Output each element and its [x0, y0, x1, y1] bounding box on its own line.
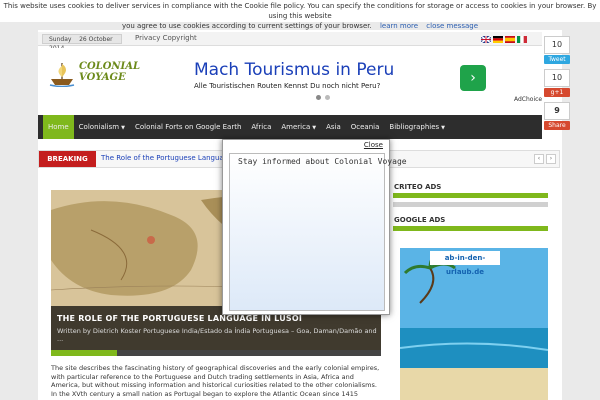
- date-day: Sunday: [49, 36, 72, 43]
- ad-subtitle[interactable]: Alle Touristischen Routen Kennst Du noch…: [194, 82, 380, 90]
- flag-es-icon[interactable]: [505, 36, 515, 43]
- nav-oceania-label: Oceania: [350, 123, 380, 131]
- intro-paragraph-1: The site describes the fascinating histo…: [51, 364, 380, 389]
- newsletter-popup: Close Stay informed about Colonial Voyag…: [222, 139, 407, 315]
- nav-asia-label: Asia: [326, 123, 341, 131]
- slide-progress-fill: [51, 350, 117, 356]
- nav-colonial-forts-label: Colonial Forts on Google Earth: [134, 123, 242, 131]
- nav-africa-label: Africa: [251, 123, 272, 131]
- nav-colonial-forts[interactable]: Colonial Forts on Google Earth: [130, 115, 246, 139]
- flag-uk-icon[interactable]: [481, 36, 491, 43]
- criteo-ads-heading: CRITEO ADS: [394, 183, 442, 191]
- cookie-learn-more-link[interactable]: learn more: [380, 22, 418, 30]
- ship-logo-icon: [49, 63, 75, 87]
- slide-description: Written by Dietrich Koster Portuguese In…: [57, 327, 377, 343]
- date-box: Sunday 26 October 2014: [42, 34, 122, 52]
- ad-dot-2[interactable]: [325, 95, 330, 100]
- intro-paragraph-2: In the XVth century a small nation as Po…: [51, 389, 359, 398]
- sidebar: CRITEO ADS GOOGLE ADS ab-in-den-urlaub.d…: [393, 180, 553, 400]
- ad-arrow-button[interactable]: ›: [460, 65, 486, 91]
- nav-colonialism[interactable]: Colonialism ▼: [74, 115, 130, 139]
- breaking-news-link[interactable]: The Role of the Portuguese Language: [101, 154, 232, 162]
- popup-message: Stay informed about Colonial Voyage: [238, 157, 407, 166]
- nav-oceania[interactable]: Oceania: [346, 115, 385, 139]
- header: COLONIAL VOYAGE Mach Tourismus in Peru A…: [38, 48, 542, 113]
- share-count-facebook: 9: [544, 102, 570, 120]
- logo-line1: COLONIAL: [79, 61, 141, 72]
- adchoice-label[interactable]: AdChoice: [514, 96, 542, 103]
- popup-close-link[interactable]: Close: [364, 141, 383, 149]
- breaking-news-label: BREAKING NEWS: [39, 151, 96, 179]
- share-count-twitter: 10: [544, 36, 570, 54]
- breaking-next-button[interactable]: ›: [546, 154, 556, 164]
- sidebar-ad-image[interactable]: ab-in-den-urlaub.de: [400, 248, 548, 400]
- nav-america-label: America: [281, 123, 311, 131]
- criteo-ads-divider: [393, 202, 548, 207]
- cookie-text-line2: you agree to use cookies according to cu…: [121, 22, 372, 30]
- nav-colonialism-label: Colonialism: [78, 123, 120, 131]
- breaking-prev-button[interactable]: ‹: [534, 154, 544, 164]
- main-nav: Home Colonialism ▼ Colonial Forts on Goog…: [38, 115, 542, 139]
- share-count-google: 10: [544, 69, 570, 87]
- slide-progress-bar: [51, 350, 381, 356]
- tweet-button[interactable]: Tweet: [544, 55, 570, 64]
- flag-it-icon[interactable]: [517, 36, 527, 43]
- privacy-link[interactable]: Privacy Copyright: [135, 34, 197, 42]
- share-button[interactable]: Share: [544, 121, 570, 130]
- ad-title[interactable]: Mach Tourismus in Peru: [194, 60, 394, 80]
- chevron-down-icon: ▼: [121, 125, 125, 131]
- nav-africa[interactable]: Africa: [246, 115, 276, 139]
- share-panel: 10 Tweet 10 g+1 9 Share: [544, 36, 572, 135]
- flag-de-icon[interactable]: [493, 36, 503, 43]
- nav-asia[interactable]: Asia: [321, 115, 346, 139]
- chevron-down-icon: ▼: [312, 125, 317, 131]
- nav-bibliographies[interactable]: Bibliographies ▼: [384, 115, 450, 139]
- nav-home[interactable]: Home: [43, 115, 74, 139]
- chevron-down-icon: ▼: [441, 125, 446, 131]
- google-ads-heading: GOOGLE ADS: [394, 216, 446, 224]
- ad-dot-1[interactable]: [316, 95, 321, 100]
- ad-pager: [316, 95, 330, 100]
- nav-bibliographies-label: Bibliographies: [389, 123, 440, 131]
- slide-title[interactable]: THE ROLE OF THE PORTUGUESE LANGUAGE IN L…: [57, 314, 302, 323]
- nav-home-label: Home: [48, 123, 69, 131]
- top-bar: Sunday 26 October 2014 Privacy Copyright: [38, 32, 542, 52]
- cookie-text-line1: This website uses cookies to deliver ser…: [3, 2, 597, 20]
- site-logo[interactable]: COLONIAL VOYAGE: [48, 59, 141, 89]
- cookie-close-link[interactable]: close message: [426, 22, 478, 30]
- google-plus-button[interactable]: g+1: [544, 88, 570, 97]
- nav-america[interactable]: America ▼: [276, 115, 321, 139]
- cookie-notice-bar: This website uses cookies to deliver ser…: [0, 0, 600, 30]
- google-ads-bar: [393, 226, 548, 231]
- popup-body: Stay informed about Colonial Voyage: [229, 153, 407, 311]
- ad-brand-label: ab-in-den-urlaub.de: [430, 251, 500, 276]
- intro-text: The site describes the fascinating histo…: [51, 364, 381, 398]
- criteo-ads-bar: [393, 193, 548, 198]
- language-flags: [481, 36, 527, 43]
- logo-line2: VOYAGE: [79, 72, 126, 83]
